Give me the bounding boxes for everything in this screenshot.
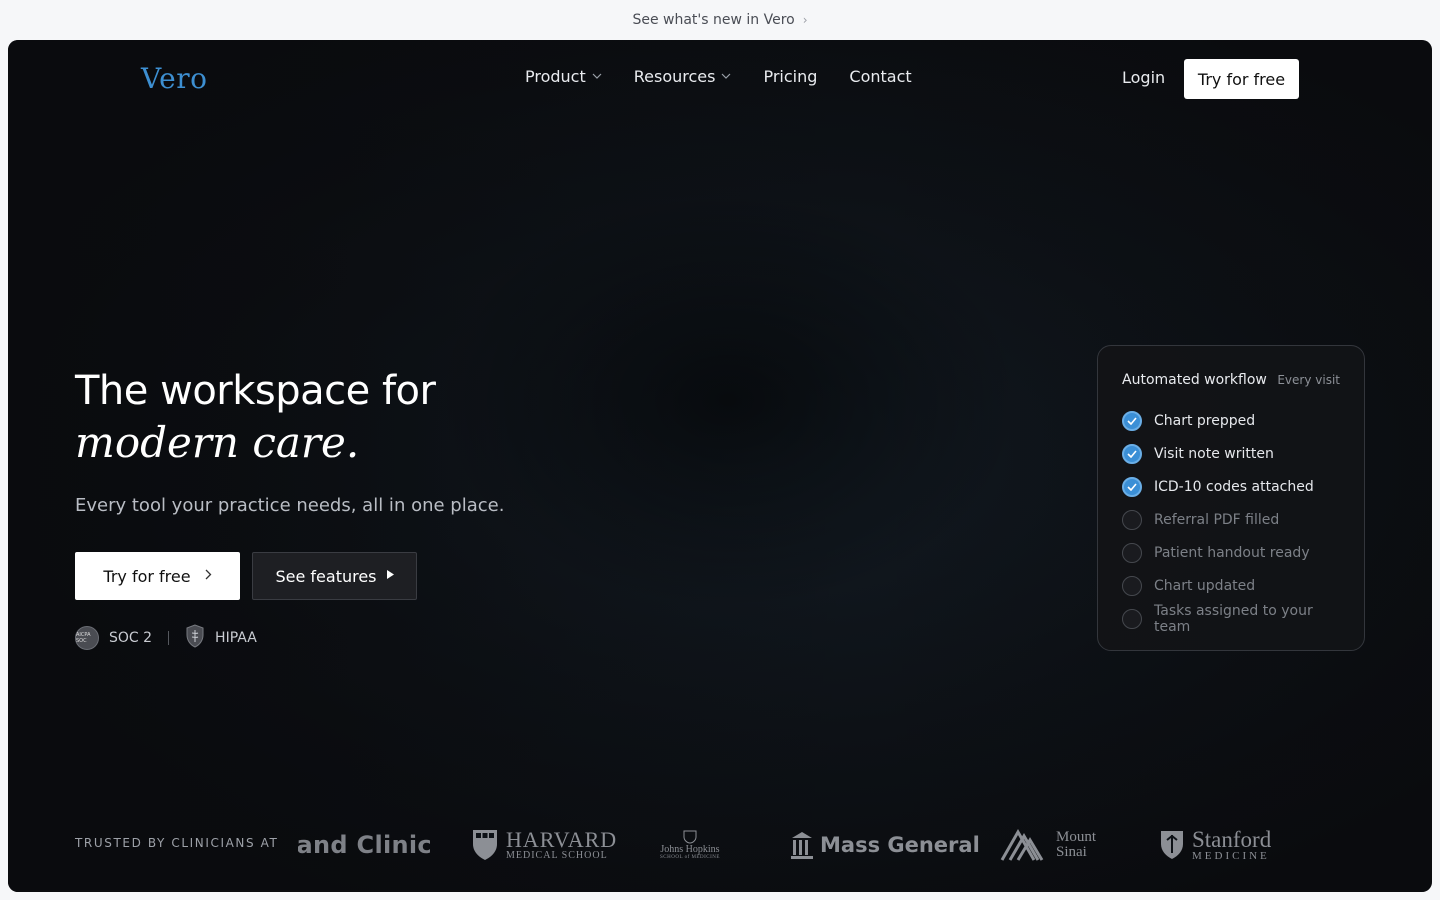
workflow-item: Visit note written <box>1122 437 1340 470</box>
nav-contact-label: Contact <box>849 67 912 86</box>
try-for-free-nav-button[interactable]: Try for free <box>1184 59 1299 99</box>
nav-pricing-label: Pricing <box>763 67 818 86</box>
mass-general-logo: Mass General <box>790 820 980 870</box>
hero-title-line1: The workspace for <box>75 368 436 414</box>
partner-logos: land Clinic HARVARD MEDICAL SCHOOL Johns… <box>298 820 1298 870</box>
see-features-button[interactable]: See features <box>252 552 417 600</box>
mgh-text: Mass General <box>820 833 980 857</box>
chevron-down-icon <box>721 71 731 82</box>
empty-circle-icon <box>1122 509 1142 530</box>
trusted-label: TRUSTED BY CLINICIANS AT <box>75 836 279 850</box>
nav-contact[interactable]: Contact <box>849 67 911 86</box>
workflow-item-label: Chart prepped <box>1154 412 1256 429</box>
check-circle-icon <box>1122 476 1142 497</box>
sinai-text-2: Sinai <box>1056 844 1087 860</box>
compliance-badges: AICPA SOC SOC 2 HIPAA <box>75 624 257 652</box>
top-nav: Vero Product Resources Pricing Contact L <box>8 40 1432 118</box>
stanford-shield-icon <box>1161 831 1183 859</box>
harvard-shield-icon <box>473 830 497 860</box>
see-features-label: See features <box>275 566 377 586</box>
stanford-sub-text: MEDICINE <box>1192 850 1270 862</box>
jh-text: Johns Hopkins <box>660 844 720 855</box>
play-icon <box>386 570 394 582</box>
try-for-free-label: Try for free <box>103 566 191 586</box>
nav-pricing[interactable]: Pricing <box>763 67 817 86</box>
workflow-card-meta: Every visit <box>1277 373 1340 387</box>
nav-product-label: Product <box>525 67 586 86</box>
cleveland-clinic-logo: land Clinic <box>298 831 432 859</box>
aicpa-soc-icon: AICPA SOC <box>75 626 99 650</box>
harvard-sub-text: MEDICAL SCHOOL <box>506 850 608 861</box>
workflow-card: Automated workflow Every visit Chart pre… <box>1097 345 1365 651</box>
nav-resources-label: Resources <box>633 67 716 86</box>
jh-shield-icon <box>683 830 697 844</box>
vero-logo[interactable]: Vero <box>141 62 207 95</box>
mgh-building-icon <box>791 832 813 859</box>
workflow-item-label: ICD-10 codes attached <box>1154 478 1314 495</box>
nav-resources[interactable]: Resources <box>634 67 732 86</box>
badge-divider <box>168 631 170 645</box>
workflow-card-title: Automated workflow <box>1122 372 1267 388</box>
hero-section: Vero Product Resources Pricing Contact L <box>8 40 1432 892</box>
workflow-item-label: Tasks assigned to your team <box>1154 602 1313 635</box>
announcement-bar[interactable]: See what's new in Vero › <box>0 0 1440 40</box>
workflow-item-label: Referral PDF filled <box>1154 511 1280 528</box>
workflow-item: Chart updated <box>1122 569 1340 602</box>
hero-headline: The workspace for modern care. <box>75 365 436 469</box>
stanford-medicine-logo: Stanford MEDICINE <box>1160 820 1271 870</box>
hero-subtitle: Every tool your practice needs, all in o… <box>75 495 505 516</box>
hipaa-label: HIPAA <box>215 630 257 646</box>
chevron-down-icon <box>592 71 602 82</box>
harvard-text: HARVARD <box>506 827 618 852</box>
empty-circle-icon <box>1122 575 1142 596</box>
harvard-medical-school-logo: HARVARD MEDICAL SCHOOL <box>472 820 617 870</box>
announcement-text[interactable]: See what's new in Vero <box>632 12 794 28</box>
workflow-item: Tasks assigned to your team <box>1122 602 1340 635</box>
jh-sub-text: SCHOOL of MEDICINE <box>660 855 720 860</box>
check-circle-icon <box>1122 443 1142 464</box>
shield-caduceus-icon <box>185 624 205 652</box>
login-link[interactable]: Login <box>1122 68 1165 87</box>
workflow-item-label: Chart updated <box>1154 577 1256 594</box>
check-circle-icon <box>1122 410 1142 431</box>
workflow-item: Chart prepped <box>1122 404 1340 437</box>
empty-circle-icon <box>1122 542 1142 563</box>
workflow-item-label: Patient handout ready <box>1154 544 1310 561</box>
empty-circle-icon <box>1122 608 1142 629</box>
chevron-right-icon: › <box>802 13 808 27</box>
nav-links: Product Resources Pricing Contact <box>525 67 912 86</box>
sinai-mountain-icon <box>1000 828 1044 861</box>
workflow-item-label: Visit note written <box>1154 445 1274 462</box>
chevron-right-icon <box>205 569 212 584</box>
workflow-list: Chart prepped Visit note written ICD-10 co… <box>1122 404 1340 635</box>
hero-title-line2: modern care. <box>75 418 360 467</box>
nav-product[interactable]: Product <box>525 67 602 86</box>
workflow-item: ICD-10 codes attached <box>1122 470 1340 503</box>
soc2-label: SOC 2 <box>109 630 153 646</box>
try-for-free-button[interactable]: Try for free <box>75 552 240 600</box>
stanford-text: Stanford <box>1192 827 1272 852</box>
workflow-item: Referral PDF filled <box>1122 503 1340 536</box>
workflow-item: Patient handout ready <box>1122 536 1340 569</box>
sinai-text-1: Mount <box>1056 829 1097 845</box>
mount-sinai-logo: Mount Sinai <box>1000 820 1096 870</box>
johns-hopkins-logo: Johns Hopkins SCHOOL of MEDICINE <box>660 820 720 870</box>
